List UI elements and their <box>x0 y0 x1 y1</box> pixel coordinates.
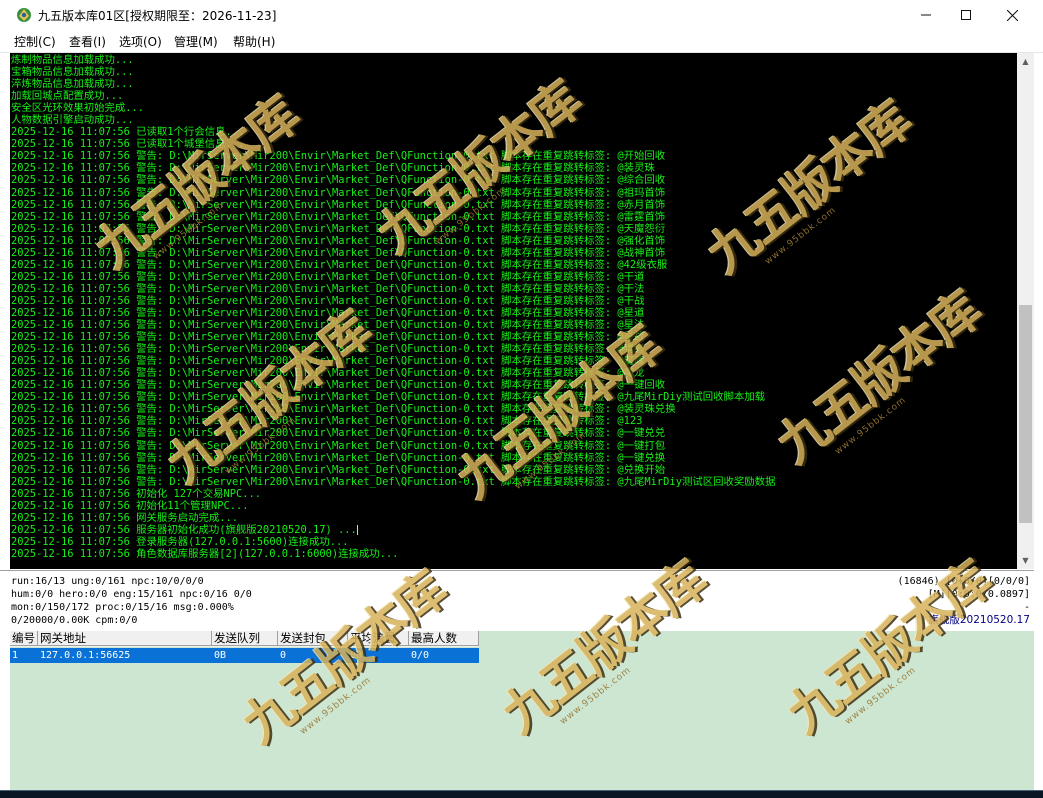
log-line: 2025-12-16 11:07:56 警告: D:\MirServer\Mir… <box>11 234 666 247</box>
log-line: 2025-12-16 11:07:56 警告: D:\MirServer\Mir… <box>11 403 676 416</box>
log-line: 2025-12-16 11:07:56 警告: D:\MirServer\Mir… <box>11 306 645 319</box>
col-id[interactable]: 编号 <box>10 631 38 646</box>
log-line: 2025-12-16 11:07:56 警告: D:\MirServer\Mir… <box>11 475 776 488</box>
edition-label: 旗舰版20210520.17 <box>928 614 1030 626</box>
cell-max-players: 0/0 <box>411 650 430 661</box>
window-title: 九五版本库01区[授权期限至：2026-11-23] <box>38 9 277 23</box>
log-line: 安全区光环效果初始完成... <box>11 102 145 115</box>
log-line: 2025-12-16 11:07:56 警告: D:\MirServer\Mir… <box>11 174 666 187</box>
status-hum: hum:0/0 hero:0/0 eng:15/161 npc:0/16 0/0 <box>11 589 252 600</box>
col-max-players[interactable]: 最高人数 <box>409 631 479 646</box>
log-line: 2025-12-16 11:07:56 警告: D:\MirServer\Mir… <box>11 319 645 332</box>
cell-id: 1 <box>12 650 19 661</box>
chevron-up-icon: ▲ <box>1022 57 1029 66</box>
log-line: 2025-12-16 11:07:56 警告: D:\MirServer\Mir… <box>11 427 666 440</box>
status-dash: - <box>1023 602 1030 613</box>
gateway-table: 编号 网关地址 发送队列 发送封包 平均流量 最高人数 1 127.0.0.1:… <box>10 631 1034 790</box>
log-line: 2025-12-16 11:07:56 警告: D:\MirServer\Mir… <box>11 222 666 235</box>
log-line: 2025-12-16 11:07:56 初始化 127个交易NPC... <box>11 487 262 500</box>
log-line: 2025-12-16 11:07:56 警告: D:\MirServer\Mir… <box>11 439 666 452</box>
log-line: 2025-12-16 11:07:56 警告: D:\MirServer\Mir… <box>11 367 645 380</box>
log-line: 2025-12-16 11:07:56 警告: D:\MirServer\Mir… <box>11 463 666 476</box>
app-window: 九五版本库01区[授权期限至：2026-11-23] 控制(C) 查看(I) 选… <box>0 0 1043 791</box>
title-bar[interactable]: 九五版本库01区[授权期限至：2026-11-23] <box>0 0 1043 30</box>
log-line: 人物数据引擎启动成功... <box>11 114 134 127</box>
status-memory: [M][0:0:0/0.0897] <box>927 589 1030 600</box>
log-line: 2025-12-16 11:07:56 网关服务启动完成... <box>11 511 239 524</box>
log-line: 2025-12-16 11:07:56 警告: D:\MirServer\Mir… <box>11 451 666 464</box>
status-run: run:16/13 ung:0/161 npc:10/0/0/0 <box>11 576 204 587</box>
col-send-queue[interactable]: 发送队列 <box>212 631 278 646</box>
log-line: 2025-12-16 11:07:56 警告: D:\MirServer\Mir… <box>11 246 666 259</box>
menu-control[interactable]: 控制(C) <box>14 33 56 50</box>
log-scrollbar[interactable]: ▲ ▼ <box>1017 53 1034 569</box>
log-line: 2025-12-16 11:07:56 警告: D:\MirServer\Mir… <box>11 282 645 295</box>
cell-send-queue: 0B <box>214 650 227 661</box>
log-line: 2025-12-16 11:07:56 警告: D:\MirServer\Mir… <box>11 343 645 356</box>
log-line: 2025-12-16 11:07:56 登录服务器(127.0.0.1:5600… <box>11 535 349 548</box>
menu-help[interactable]: 帮助(H) <box>233 33 275 50</box>
status-connections: (16846) [0+0/0][0/0/0] <box>897 576 1030 587</box>
menu-view[interactable]: 查看(I) <box>69 33 106 50</box>
log-line: 2025-12-16 11:07:56 已读取1个行会信息... <box>11 126 245 139</box>
app-icon <box>17 8 31 22</box>
minimize-icon <box>921 14 931 16</box>
log-line: 2025-12-16 11:07:56 警告: D:\MirServer\Mir… <box>11 391 766 404</box>
log-line: 2025-12-16 11:07:56 警告: D:\MirServer\Mir… <box>11 258 668 271</box>
status-mon: mon:0/150/172 proc:0/15/16 msg:0.000% <box>11 602 234 613</box>
log-line: 2025-12-16 11:07:56 警告: D:\MirServer\Mir… <box>11 415 643 428</box>
chevron-down-icon: ▼ <box>1022 556 1029 565</box>
col-avg-traffic[interactable]: 平均流量 <box>348 631 409 646</box>
col-address[interactable]: 网关地址 <box>38 631 212 646</box>
cell-send-packets: 0 <box>280 650 287 661</box>
cell-avg-traffic: 0B <box>350 650 363 661</box>
close-button[interactable] <box>989 0 1035 30</box>
maximize-icon <box>961 10 971 20</box>
log-line: 2025-12-16 11:07:56 警告: D:\MirServer\Mir… <box>11 331 645 344</box>
status-cpm: 0/20000/0.00K cpm:0/0 <box>11 615 138 626</box>
log-line: 2025-12-16 11:07:56 警告: D:\MirServer\Mir… <box>11 210 666 223</box>
scroll-thumb[interactable] <box>1019 305 1032 523</box>
log-line: 2025-12-16 11:07:56 初始化11个管理NPC... <box>11 499 249 512</box>
text-caret <box>356 524 358 535</box>
log-line: 2025-12-16 11:07:56 服务器初始化成功(旗舰版20210520… <box>11 523 358 536</box>
maximize-button[interactable] <box>943 0 989 30</box>
col-send-packets[interactable]: 发送封包 <box>278 631 348 646</box>
log-line: 2025-12-16 11:07:56 警告: D:\MirServer\Mir… <box>11 162 655 175</box>
log-line: 淬炼物品信息加载成功... <box>11 78 134 91</box>
server-log-console[interactable]: 炼制物品信息加载成功... 宝箱物品信息加载成功... 淬炼物品信息加载成功... 加… <box>10 53 1017 569</box>
log-line: 2025-12-16 11:07:56 警告: D:\MirServer\Mir… <box>11 355 645 368</box>
log-list: 炼制物品信息加载成功... 宝箱物品信息加载成功... 淬炼物品信息加载成功... 加… <box>11 54 775 560</box>
log-line: 2025-12-16 11:07:56 警告: D:\MirServer\Mir… <box>11 379 666 392</box>
log-line: 2025-12-16 11:07:56 警告: D:\MirServer\Mir… <box>11 186 666 199</box>
log-line: 2025-12-16 11:07:56 警告: D:\MirServer\Mir… <box>11 270 645 283</box>
close-icon <box>1006 9 1018 21</box>
scroll-up-button[interactable]: ▲ <box>1017 53 1034 70</box>
log-line: 2025-12-16 11:07:56 警告: D:\MirServer\Mir… <box>11 198 666 211</box>
menu-bar: 控制(C) 查看(I) 选项(O) 管理(M) 帮助(H) <box>0 30 1043 53</box>
log-line: 2025-12-16 11:07:56 角色数据库服务器[2](127.0.0.… <box>11 547 399 560</box>
table-row[interactable]: 1 127.0.0.1:56625 0B 0 0B 0/0 <box>10 648 479 663</box>
menu-manage[interactable]: 管理(M) <box>174 33 218 50</box>
log-line: 2025-12-16 11:07:56 警告: D:\MirServer\Mir… <box>11 150 666 163</box>
menu-options[interactable]: 选项(O) <box>119 33 162 50</box>
cell-address: 127.0.0.1:56625 <box>40 650 131 661</box>
window-right-border <box>1034 53 1043 790</box>
gateway-table-header: 编号 网关地址 发送队列 发送封包 平均流量 最高人数 <box>10 631 479 647</box>
scroll-down-button[interactable]: ▼ <box>1017 552 1034 569</box>
status-panel: run:16/13 ung:0/161 npc:10/0/0/0 hum:0/0… <box>0 570 1034 632</box>
log-line: 加载回城点配置成功... <box>11 90 124 103</box>
log-line: 2025-12-16 11:07:56 已读取1个城堡信息... <box>11 138 245 151</box>
log-line: 炼制物品信息加载成功... <box>11 54 134 66</box>
log-line: 宝箱物品信息加载成功... <box>11 66 134 79</box>
log-line: 2025-12-16 11:07:56 警告: D:\MirServer\Mir… <box>11 294 645 307</box>
